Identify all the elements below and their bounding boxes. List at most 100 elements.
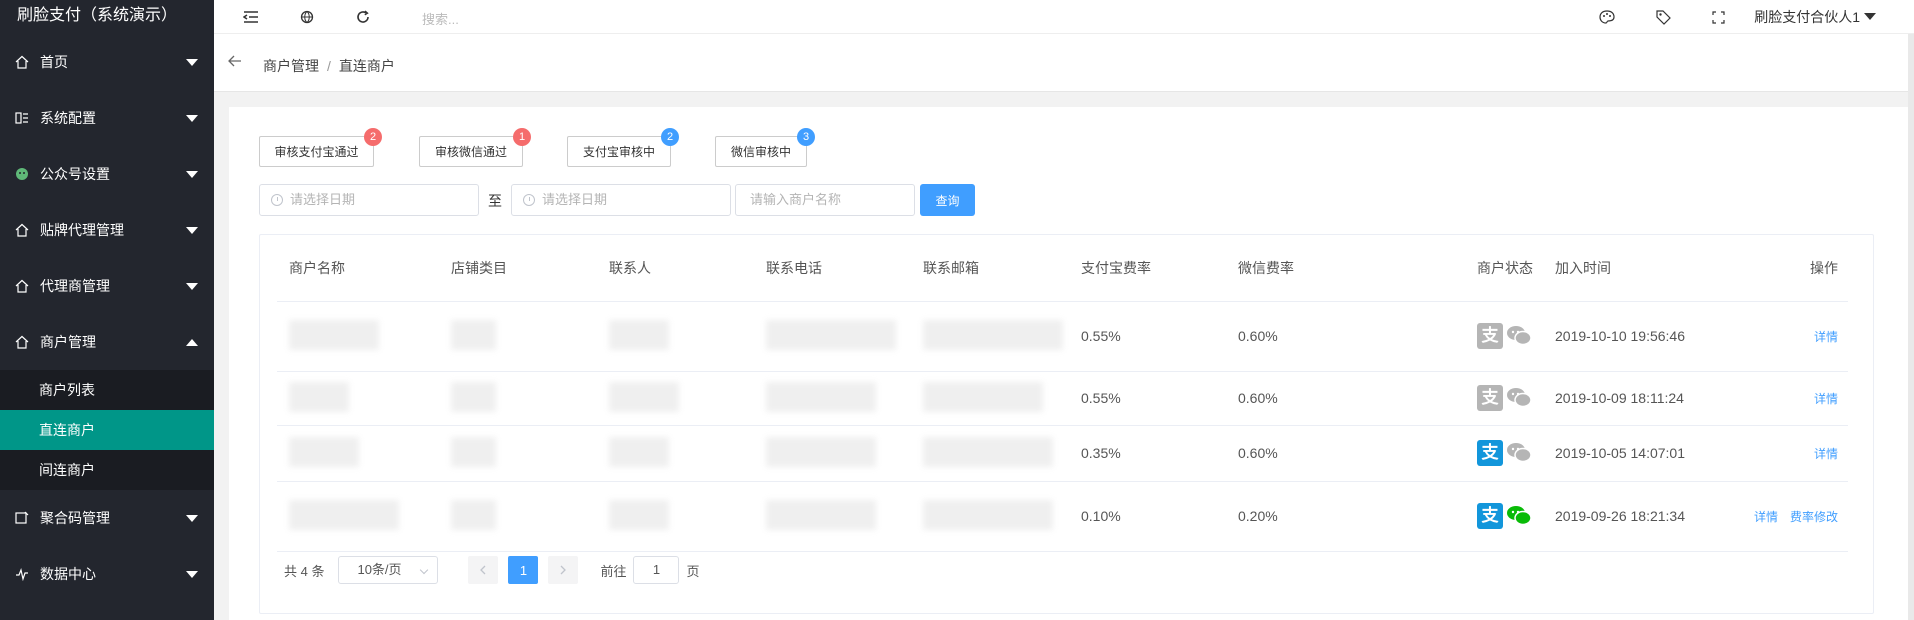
sidebar-item-home[interactable]: 首页 <box>0 34 214 90</box>
wechat-rate-cell: 0.60% <box>1226 425 1383 482</box>
operation-cell: 详情 <box>1713 425 1848 482</box>
column-header: 支付宝费率 <box>1069 235 1226 302</box>
alipay-rate-cell: 0.55% <box>1069 371 1226 426</box>
redaction-blur <box>609 436 669 467</box>
menu-fold-icon[interactable] <box>242 8 260 26</box>
filter-alipay-approved-button[interactable]: 审核支付宝通过 2 <box>259 128 382 167</box>
sidebar-item-aggregate-code[interactable]: 聚合码管理 <box>0 490 214 546</box>
redacted-cell <box>597 425 754 482</box>
detail-link[interactable]: 详情 <box>1814 392 1838 406</box>
redaction-blur <box>766 381 876 412</box>
redacted-cell <box>439 481 597 552</box>
pagination-total: 共 4 条 <box>284 563 325 579</box>
redacted-cell <box>439 371 597 426</box>
column-header: 联系电话 <box>754 235 911 302</box>
page-size-select[interactable]: 10条/页 <box>338 556 439 584</box>
sidebar-item-system-config[interactable]: 系统配置 <box>0 90 214 146</box>
joined-time-cell: 2019-09-26 18:21:34 <box>1543 481 1713 552</box>
redacted-cell <box>277 371 439 426</box>
status-cell: 支 <box>1383 481 1543 552</box>
topbar: 搜索... 刷脸支付合伙人1 <box>214 0 1914 34</box>
wechat-icon <box>1507 506 1532 526</box>
redacted-cell <box>754 425 911 482</box>
sidebar-item-label: 首页 <box>40 54 68 70</box>
chevron-down-icon <box>186 571 198 578</box>
sub-item-indirect-merchant[interactable]: 间连商户 <box>0 450 214 490</box>
detail-link[interactable]: 详情 <box>1814 330 1838 344</box>
filter-wechat-reviewing-button[interactable]: 微信审核中 3 <box>715 128 815 167</box>
table-row: 0.55% 0.60% 支 2019-10-09 18:11:24 详情 <box>277 371 1848 426</box>
redaction-blur <box>289 436 359 467</box>
breadcrumb: 商户管理 / 直连商户 <box>263 56 395 76</box>
tag-icon[interactable] <box>1654 8 1672 26</box>
column-header: 商户名称 <box>277 235 439 302</box>
breadcrumb-separator: / <box>327 58 331 74</box>
sidebar-item-label: 公众号设置 <box>40 166 110 182</box>
app-title: 刷脸支付（系统演示） <box>0 0 214 34</box>
page-number-button[interactable]: 1 <box>508 556 539 584</box>
redaction-blur <box>451 319 496 350</box>
redacted-cell <box>754 371 911 426</box>
refresh-icon[interactable] <box>354 8 372 26</box>
count-badge: 2 <box>364 128 382 146</box>
redacted-cell <box>277 481 439 552</box>
redaction-blur <box>609 381 679 412</box>
next-page-button[interactable] <box>548 556 579 584</box>
chevron-down-icon <box>186 283 198 290</box>
search-input[interactable]: 搜索... <box>422 9 459 28</box>
redacted-cell <box>911 301 1069 372</box>
goto-page-input[interactable]: 1 <box>633 556 680 584</box>
wechat-rate-cell: 0.60% <box>1226 301 1383 372</box>
scrollbar[interactable] <box>1908 34 1914 620</box>
query-button[interactable]: 查询 <box>920 184 975 216</box>
redacted-cell <box>277 425 439 482</box>
redaction-blur <box>289 381 349 412</box>
chart-icon <box>14 566 30 582</box>
column-header: 联系邮箱 <box>911 235 1069 302</box>
sidebar-item-data-center[interactable]: 数据中心 <box>0 546 214 602</box>
joined-time-cell: 2019-10-05 14:07:01 <box>1543 425 1713 482</box>
redacted-cell <box>597 481 754 552</box>
filter-button-label: 支付宝审核中 <box>582 145 655 159</box>
sidebar-item-agent[interactable]: 代理商管理 <box>0 258 214 314</box>
sidebar: 刷脸支付（系统演示） 首页 系统配置 公众号设置 贴牌代理管理 代理商管理 商户… <box>0 0 214 620</box>
sub-item-direct-merchant[interactable]: 直连商户 <box>0 410 214 450</box>
merchant-name-input[interactable]: 请输入商户名称 <box>735 184 915 216</box>
date-placeholder: 请选择日期 <box>290 192 356 207</box>
count-badge: 1 <box>513 128 531 146</box>
chevron-down-icon[interactable] <box>1864 13 1876 20</box>
qrcode-icon <box>14 510 30 526</box>
column-header: 联系人 <box>597 235 754 302</box>
sidebar-item-oem-agent[interactable]: 贴牌代理管理 <box>0 202 214 258</box>
globe-icon[interactable] <box>298 8 316 26</box>
palette-icon[interactable] <box>1598 8 1616 26</box>
alipay-icon: 支 <box>1477 323 1503 349</box>
table-header-row: 商户名称 店铺类目 联系人 联系电话 联系邮箱 支付宝费率 微信费率 商户状态 … <box>277 235 1848 302</box>
detail-link[interactable]: 详情 <box>1754 510 1778 524</box>
filter-button-label: 审核微信通过 <box>434 145 507 159</box>
operation-cell: 详情 <box>1713 371 1848 426</box>
user-menu[interactable]: 刷脸支付合伙人1 <box>1754 7 1860 27</box>
breadcrumb-current: 直连商户 <box>338 58 395 74</box>
sub-item-merchant-list[interactable]: 商户列表 <box>0 370 214 410</box>
end-date-input[interactable]: 请选择日期 <box>511 184 731 216</box>
breadcrumb-parent[interactable]: 商户管理 <box>263 58 319 74</box>
sidebar-item-official-account[interactable]: 公众号设置 <box>0 146 214 202</box>
filter-alipay-reviewing-button[interactable]: 支付宝审核中 2 <box>567 128 679 167</box>
fullscreen-icon[interactable] <box>1709 8 1727 26</box>
redaction-blur <box>766 499 876 530</box>
filter-wechat-approved-button[interactable]: 审核微信通过 1 <box>419 128 531 167</box>
chevron-down-icon <box>186 171 198 178</box>
status-cell: 支 <box>1383 425 1543 482</box>
table-row: 0.35% 0.60% 支 2019-10-05 14:07:01 详情 <box>277 425 1848 482</box>
redaction-blur <box>289 319 379 350</box>
start-date-input[interactable]: 请选择日期 <box>259 184 479 216</box>
chevron-right-icon <box>561 565 567 575</box>
back-arrow-icon[interactable] <box>228 54 242 72</box>
clock-icon <box>523 194 535 206</box>
prev-page-button[interactable] <box>468 556 499 584</box>
detail-link[interactable]: 详情 <box>1814 447 1838 461</box>
sidebar-item-merchant[interactable]: 商户管理 <box>0 314 214 370</box>
edit-rate-link[interactable]: 费率修改 <box>1790 510 1838 524</box>
date-placeholder: 请选择日期 <box>542 192 608 207</box>
